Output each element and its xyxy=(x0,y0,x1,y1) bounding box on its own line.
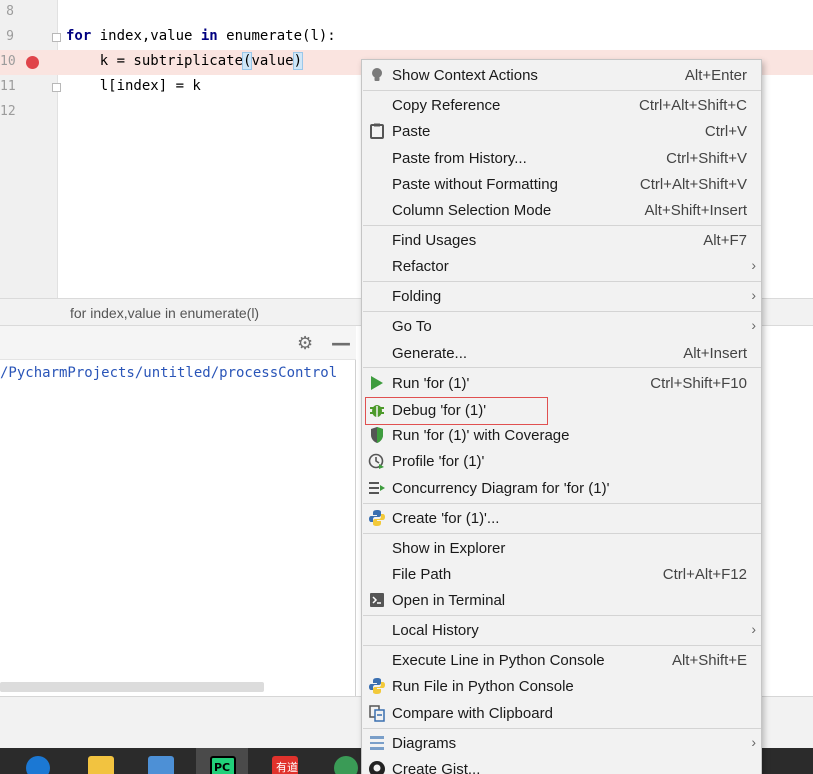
menu-item-paste[interactable]: Paste Ctrl+V xyxy=(362,118,761,144)
menu-item-show-context-actions[interactable]: Show Context Actions Alt+Enter xyxy=(362,62,761,88)
menu-separator xyxy=(363,90,761,91)
menu-item-local-history[interactable]: Local History › xyxy=(362,617,761,643)
chevron-right-icon: › xyxy=(751,287,756,303)
line-number: 9 xyxy=(6,29,14,44)
menu-item-compare-with-clipboard[interactable]: Compare with Clipboard xyxy=(362,700,761,726)
pycharm-icon-label: PC xyxy=(214,761,231,774)
chevron-right-icon: › xyxy=(751,257,756,273)
menu-item-column-selection-mode[interactable]: Column Selection Mode Alt+Shift+Insert xyxy=(362,197,761,223)
code-text: l[index] = k xyxy=(66,78,201,94)
menu-item-diagrams[interactable]: Diagrams › xyxy=(362,730,761,756)
python-icon xyxy=(368,677,386,695)
mail-icon[interactable] xyxy=(148,756,174,774)
line-number: 8 xyxy=(6,4,14,19)
editor-context-menu: Show Context Actions Alt+Enter Copy Refe… xyxy=(361,59,762,774)
menu-item-copy-reference[interactable]: Copy Reference Ctrl+Alt+Shift+C xyxy=(362,92,761,118)
diagram-icon xyxy=(368,734,386,752)
horizontal-scrollbar[interactable] xyxy=(0,682,264,692)
menu-item-create-run-config[interactable]: Create 'for (1)'... xyxy=(362,505,761,531)
menu-separator xyxy=(363,728,761,729)
minimize-icon[interactable]: — xyxy=(331,331,351,355)
profile-clock-icon xyxy=(368,452,386,470)
menu-item-go-to[interactable]: Go To › xyxy=(362,313,761,339)
menu-item-open-in-terminal[interactable]: Open in Terminal xyxy=(362,587,761,613)
python-icon xyxy=(368,509,386,527)
menu-separator xyxy=(363,311,761,312)
line-number: 10 xyxy=(0,54,16,69)
menu-item-find-usages[interactable]: Find Usages Alt+F7 xyxy=(362,227,761,253)
menu-item-profile[interactable]: Profile 'for (1)' xyxy=(362,448,761,474)
menu-item-paste-without-formatting[interactable]: Paste without Formatting Ctrl+Alt+Shift+… xyxy=(362,171,761,197)
menu-item-concurrency-diagram[interactable]: Concurrency Diagram for 'for (1)' xyxy=(362,475,761,501)
menu-item-execute-line-in-console[interactable]: Execute Line in Python Console Alt+Shift… xyxy=(362,647,761,673)
menu-item-folding[interactable]: Folding › xyxy=(362,283,761,309)
chevron-right-icon: › xyxy=(751,317,756,333)
menu-separator xyxy=(363,281,761,282)
code-line[interactable]: 8 xyxy=(0,0,813,25)
coverage-shield-icon xyxy=(368,426,386,444)
menu-separator xyxy=(363,615,761,616)
debug-bug-icon xyxy=(368,401,386,419)
menu-item-show-in-explorer[interactable]: Show in Explorer xyxy=(362,535,761,561)
code-line[interactable]: 9 for index,value in enumerate(l): xyxy=(0,25,813,50)
concurrency-icon xyxy=(368,479,386,497)
github-icon xyxy=(368,760,386,774)
line-number: 12 xyxy=(0,104,16,119)
breakpoint-icon[interactable] xyxy=(26,56,39,69)
lightbulb-icon xyxy=(368,66,386,84)
menu-item-run-with-coverage[interactable]: Run 'for (1)' with Coverage xyxy=(362,422,761,448)
code-text: for index,value in enumerate(l): xyxy=(66,28,336,44)
code-text: k = subtriplicate(value) xyxy=(66,52,304,70)
run-icon xyxy=(368,374,386,392)
console-output-path[interactable]: /PycharmProjects/untitled/processControl xyxy=(0,365,337,381)
menu-item-run-file-in-console[interactable]: Run File in Python Console xyxy=(362,673,761,699)
menu-separator xyxy=(363,503,761,504)
youdao-icon-label: 有道 xyxy=(276,761,298,774)
gear-icon[interactable]: ⚙ xyxy=(297,333,313,354)
edge-browser-icon[interactable] xyxy=(26,756,50,774)
chrome-browser-icon[interactable] xyxy=(334,756,358,774)
menu-separator xyxy=(363,225,761,226)
fold-marker-icon[interactable] xyxy=(52,33,61,42)
menu-separator xyxy=(363,367,761,368)
terminal-icon xyxy=(368,591,386,609)
compare-icon xyxy=(368,704,386,722)
menu-item-run[interactable]: Run 'for (1)' Ctrl+Shift+F10 xyxy=(362,370,761,396)
menu-item-paste-from-history[interactable]: Paste from History... Ctrl+Shift+V xyxy=(362,145,761,171)
fold-end-marker-icon[interactable] xyxy=(52,83,61,92)
menu-separator xyxy=(363,533,761,534)
menu-item-generate[interactable]: Generate... Alt+Insert xyxy=(362,340,761,366)
breadcrumb-text[interactable]: for index,value in enumerate(l) xyxy=(70,305,259,321)
menu-item-debug[interactable]: Debug 'for (1)' xyxy=(362,397,761,423)
line-number: 11 xyxy=(0,79,16,94)
file-explorer-icon[interactable] xyxy=(88,756,114,774)
menu-item-file-path[interactable]: File Path Ctrl+Alt+F12 xyxy=(362,561,761,587)
chevron-right-icon: › xyxy=(751,621,756,637)
menu-item-refactor[interactable]: Refactor › xyxy=(362,253,761,279)
chevron-right-icon: › xyxy=(751,734,756,750)
run-panel-header: ⚙ — xyxy=(0,326,356,360)
menu-separator xyxy=(363,645,761,646)
run-tool-window: ⚙ — /PycharmProjects/untitled/processCon… xyxy=(0,326,356,696)
menu-item-create-gist[interactable]: Create Gist... xyxy=(362,756,761,774)
clipboard-icon xyxy=(368,122,386,140)
